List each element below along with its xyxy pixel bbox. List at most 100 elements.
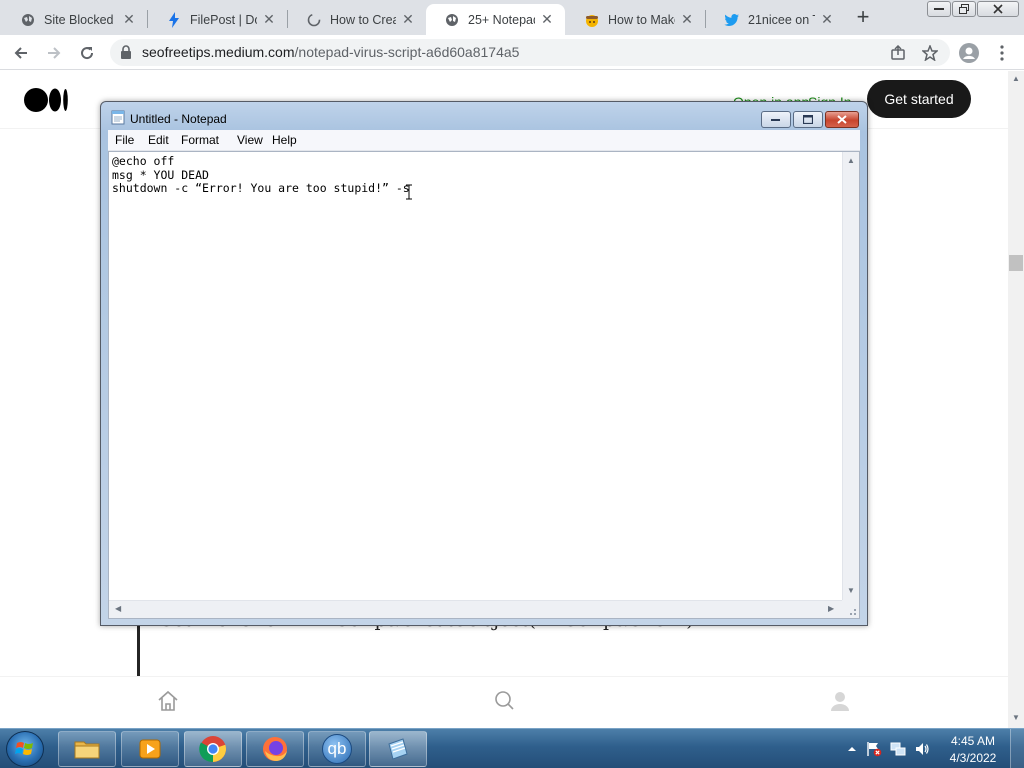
profile-button[interactable] [957, 41, 981, 65]
page-scroll-thumb[interactable] [1009, 255, 1023, 271]
notepad-text-area[interactable]: @echo off msg * YOU DEAD shutdown -c “Erro… [108, 151, 860, 619]
close-tab-icon[interactable]: ✕ [679, 11, 695, 28]
notepad-title-bar[interactable]: Untitled - Notepad [101, 102, 867, 130]
arrow-right-icon [48, 47, 61, 59]
notepad-vertical-scrollbar[interactable]: ▲ ▼ [842, 152, 859, 600]
notepad-content[interactable]: @echo off msg * YOU DEAD shutdown -c “Erro… [112, 154, 410, 196]
search-icon[interactable] [492, 689, 516, 713]
taskbar-chrome[interactable] [184, 731, 242, 767]
close-icon [837, 115, 847, 124]
home-icon[interactable] [156, 689, 180, 713]
back-button[interactable] [9, 41, 33, 65]
tab-how-to-make[interactable]: How to Make ✕ [566, 4, 705, 35]
menu-help[interactable]: Help [272, 133, 297, 147]
tab-site-blocked[interactable]: Site Blocked ✕ [2, 4, 147, 35]
close-tab-icon[interactable]: ✕ [261, 11, 277, 28]
menu-edit[interactable]: Edit [148, 133, 169, 147]
share-icon [891, 45, 905, 60]
notepad-window: Untitled - Notepad File Edit Format View… [100, 101, 868, 626]
notepad-minimize-button[interactable] [761, 111, 791, 128]
tab-title: Site Blocked [44, 12, 114, 27]
menu-format[interactable]: Format [181, 133, 219, 147]
taskbar-explorer[interactable] [58, 731, 116, 767]
taskbar-qbittorrent[interactable]: qb [308, 731, 366, 767]
taskbar-notepad[interactable] [369, 731, 427, 767]
network-icon[interactable] [890, 741, 906, 757]
arrow-left-icon [14, 47, 27, 59]
text-line: shutdown -c “Error! You are too stupid!”… [112, 181, 410, 195]
get-started-button[interactable]: Get started [867, 80, 971, 118]
scroll-left-arrow-icon[interactable]: ◀ [115, 604, 121, 613]
url-path: /notepad-virus-script-a6d60a8174a5 [294, 44, 520, 60]
reload-button[interactable] [75, 41, 99, 65]
bookmark-button[interactable] [918, 41, 942, 65]
globe-icon [20, 12, 36, 28]
tab-how-to-create[interactable]: How to Create ✕ [288, 4, 426, 35]
reload-icon [81, 47, 94, 60]
clock-time[interactable]: 4:45 AM [944, 734, 1002, 748]
tab-notepad-active[interactable]: 25+ Notepad ✕ [426, 4, 565, 35]
clock-date[interactable]: 4/3/2022 [944, 751, 1002, 765]
firefox-icon [263, 737, 287, 761]
tab-title: How to Make [608, 12, 675, 27]
tab-title: How to Create [330, 12, 396, 27]
windows-explorer-icon [74, 741, 100, 759]
notepad-maximize-button[interactable] [793, 111, 823, 128]
close-tab-icon[interactable]: ✕ [819, 11, 835, 28]
address-bar[interactable]: seofreetips.medium.com/notepad-virus-scr… [110, 39, 950, 66]
windows-logo-icon [15, 742, 33, 755]
profile-avatar-icon [959, 43, 979, 63]
close-icon [993, 4, 1003, 14]
tab-title: 25+ Notepad [468, 12, 535, 27]
notepad-close-button[interactable] [825, 111, 859, 128]
profile-icon[interactable] [828, 689, 852, 713]
close-browser-button[interactable] [977, 1, 1019, 17]
text-line: msg * YOU DEAD [112, 167, 209, 182]
minimize-icon [934, 8, 944, 10]
resize-grip-icon[interactable] [842, 600, 859, 618]
scroll-down-arrow-icon[interactable]: ▼ [847, 586, 855, 595]
scroll-up-arrow-icon[interactable]: ▲ [847, 156, 855, 165]
taskbar-firefox[interactable] [246, 731, 304, 767]
scroll-up-arrow-icon[interactable]: ▲ [1012, 74, 1020, 83]
taskbar-media-player[interactable] [121, 731, 179, 767]
chrome-icon [199, 736, 226, 763]
share-button[interactable] [886, 41, 910, 65]
lock-icon [120, 45, 132, 62]
browser-toolbar: seofreetips.medium.com/notepad-virus-scr… [0, 35, 1024, 70]
browser-menu-button[interactable] [990, 41, 1014, 65]
menu-file[interactable]: File [115, 133, 134, 147]
forward-button[interactable] [42, 41, 66, 65]
tab-twitter[interactable]: 21nicee on Tw ✕ [706, 4, 845, 35]
loading-icon [306, 12, 322, 28]
show-hidden-icons-arrow[interactable] [844, 741, 860, 757]
scroll-right-arrow-icon[interactable]: ▶ [828, 604, 834, 613]
start-button[interactable] [6, 731, 44, 767]
page-scrollbar[interactable]: ▲ ▼ [1008, 71, 1024, 728]
notepad-horizontal-scrollbar[interactable]: ◀ ▶ [109, 600, 842, 618]
close-tab-icon[interactable]: ✕ [539, 11, 555, 28]
notepad-icon [388, 738, 408, 760]
twitter-bird-icon [724, 12, 740, 28]
filepost-bolt-icon [166, 11, 182, 28]
restore-browser-button[interactable] [952, 1, 976, 17]
media-player-icon [139, 739, 161, 759]
qbittorrent-icon: qb [322, 734, 352, 764]
close-tab-icon[interactable]: ✕ [400, 11, 416, 28]
volume-icon[interactable] [914, 741, 930, 757]
url-host: seofreetips.medium.com [142, 44, 295, 60]
new-tab-button[interactable]: + [852, 6, 874, 29]
windows-taskbar: qb 4:45 AM 4/3/2022 [0, 728, 1024, 768]
qbittorrent-label: qb [327, 739, 347, 758]
notepad-title: Untitled - Notepad [130, 112, 227, 126]
action-center-flag-icon[interactable] [866, 741, 882, 757]
maximize-icon [803, 115, 813, 124]
scroll-down-arrow-icon[interactable]: ▼ [1012, 713, 1020, 722]
close-tab-icon[interactable]: ✕ [121, 11, 137, 28]
show-desktop-button[interactable] [1010, 729, 1024, 768]
tab-filepost[interactable]: FilePost | Dow ✕ [148, 4, 287, 35]
minimize-browser-button[interactable] [927, 1, 951, 17]
medium-logo-icon[interactable] [24, 88, 69, 115]
bottom-navigation [0, 676, 1008, 728]
menu-view[interactable]: View [237, 133, 263, 147]
